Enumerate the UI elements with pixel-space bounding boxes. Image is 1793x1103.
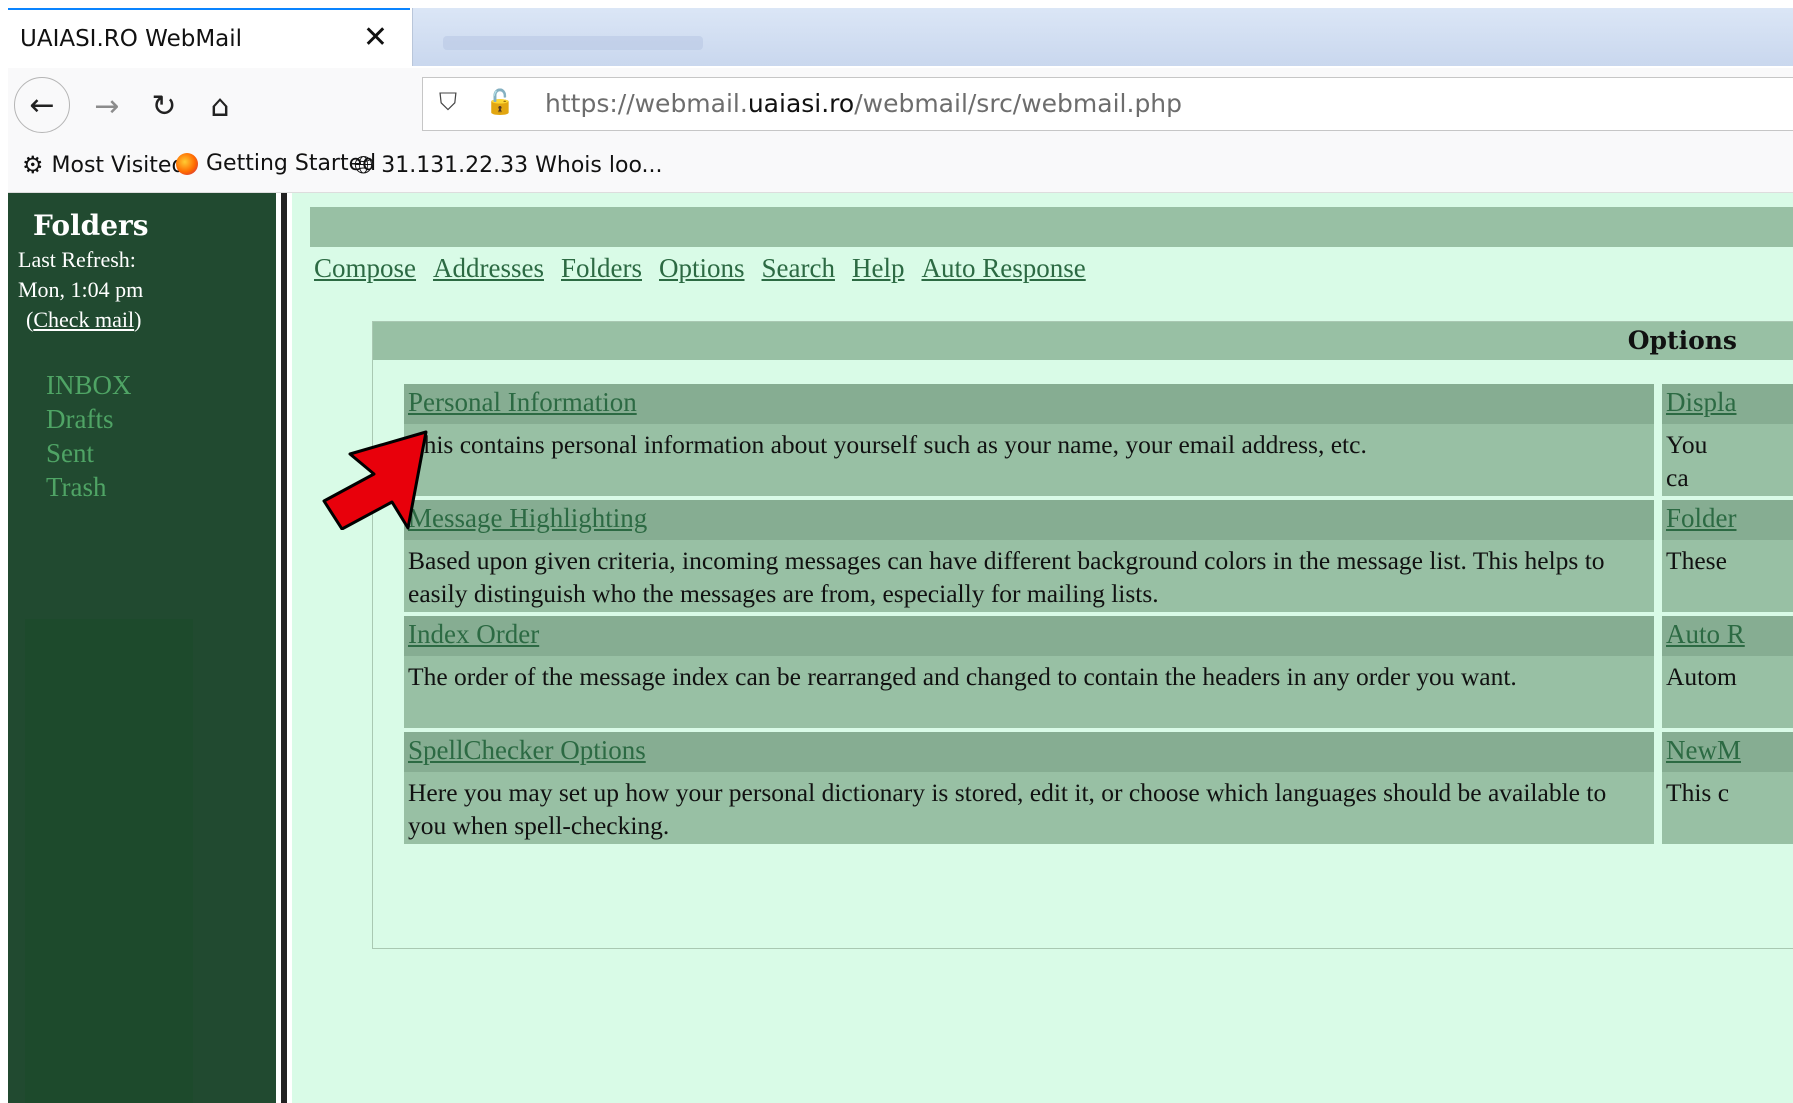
blurred-menu: [443, 36, 703, 50]
spellchecker-options-link[interactable]: SpellChecker Options: [408, 735, 646, 766]
display-link[interactable]: Displa: [1666, 387, 1737, 418]
frame-divider[interactable]: [276, 193, 292, 1103]
check-mail-link[interactable]: Check mail: [33, 307, 134, 332]
folders-title: Folders: [33, 209, 149, 242]
address-bar[interactable]: ⛉ 🔓 https://webmail.uaiasi.ro/webmail/sr…: [422, 77, 1793, 131]
reload-icon[interactable]: ↻: [140, 82, 188, 130]
option-auto: Auto R Autom: [1662, 616, 1793, 728]
bookmark-whois[interactable]: 🌐︎ 31.131.22.33 Whois loo...: [354, 151, 663, 179]
option-description: These: [1666, 546, 1727, 575]
option-folder: Folder These: [1662, 500, 1793, 612]
folders-frame: Folders Last Refresh: Mon, 1:04 pm (Chec…: [8, 193, 276, 1103]
url-text[interactable]: https://webmail.uaiasi.ro/webmail/src/we…: [545, 89, 1182, 118]
message-highlighting-link[interactable]: Message Highlighting: [408, 503, 647, 534]
personal-information-link[interactable]: Personal Information: [408, 387, 637, 418]
bookmark-most-visited[interactable]: ⚙ Most Visited: [22, 151, 185, 179]
close-icon[interactable]: ✕: [363, 20, 388, 55]
folder-list: INBOX Drafts Sent Trash: [46, 368, 132, 504]
globe-icon: 🌐︎: [354, 151, 374, 179]
option-personal-information: Personal Information This contains perso…: [404, 384, 1654, 496]
folder-trash[interactable]: Trash: [46, 470, 132, 504]
option-description: Based upon given criteria, incoming mess…: [408, 546, 1605, 608]
option-description: You ca langua: [1666, 430, 1708, 492]
webmail-page: Folders Last Refresh: Mon, 1:04 pm (Chec…: [8, 193, 1793, 1103]
option-index-order: Index Order The order of the message ind…: [404, 616, 1654, 728]
refresh-label: Last Refresh:: [18, 247, 136, 272]
menu-auto-response[interactable]: Auto Response: [921, 253, 1085, 283]
refresh-time: Mon, 1:04 pm: [18, 277, 144, 302]
menu-help[interactable]: Help: [852, 253, 904, 283]
firefox-icon: [176, 152, 198, 175]
main-menu: Compose Addresses Folders Options Search Help…: [314, 253, 1103, 284]
option-description: Autom: [1666, 662, 1737, 691]
menu-compose[interactable]: Compose: [314, 253, 416, 283]
newmail-link[interactable]: NewM: [1666, 735, 1741, 766]
red-arrow-icon: [322, 430, 428, 530]
forward-icon[interactable]: →: [83, 82, 131, 130]
bookmarks-toolbar: ⚙ Most Visited Getting Started 🌐︎ 31.131…: [8, 140, 1793, 193]
browser-tab[interactable]: UAIASI.RO WebMail ✕: [8, 8, 410, 70]
bookmark-getting-started[interactable]: Getting Started: [176, 151, 376, 176]
option-newmail: NewM This c: [1662, 732, 1793, 844]
option-display: Displa You ca langua: [1662, 384, 1793, 496]
menu-options[interactable]: Options: [659, 253, 745, 283]
folder-drafts[interactable]: Drafts: [46, 402, 132, 436]
lock-warning-icon[interactable]: 🔓: [485, 88, 515, 116]
option-description: The order of the message index can be re…: [408, 662, 1517, 691]
back-icon[interactable]: ←: [14, 77, 70, 133]
option-description: Here you may set up how your personal di…: [408, 778, 1607, 840]
home-icon[interactable]: ⌂: [196, 82, 244, 130]
navigation-bar: ← → ↻ ⌂ ⛉ 🔓 https://webmail.uaiasi.ro/we…: [8, 68, 1793, 140]
gear-icon: ⚙: [22, 151, 44, 179]
shield-icon[interactable]: ⛉: [439, 88, 457, 116]
menu-folders[interactable]: Folders: [561, 253, 642, 283]
auto-link[interactable]: Auto R: [1666, 619, 1745, 650]
last-refresh: Last Refresh: Mon, 1:04 pm (Check mail): [18, 247, 144, 332]
folder-link[interactable]: Folder: [1666, 503, 1737, 534]
folder-sent[interactable]: Sent: [46, 436, 132, 470]
options-title: Options: [1627, 326, 1737, 355]
option-description: This c: [1666, 778, 1730, 807]
main-frame: Compose Addresses Folders Options Search Help…: [292, 193, 1793, 1103]
option-spellchecker: SpellChecker Options Here you may set up…: [404, 732, 1654, 844]
tabstrip: [412, 8, 1793, 66]
menu-search[interactable]: Search: [762, 253, 835, 283]
option-message-highlighting: Message Highlighting Based upon given cr…: [404, 500, 1654, 612]
options-panel: Options Personal Information This contai…: [372, 321, 1793, 949]
folder-inbox[interactable]: INBOX: [46, 368, 132, 402]
options-header: Options: [373, 322, 1793, 360]
top-bar: [310, 207, 1793, 247]
tab-title: UAIASI.RO WebMail: [20, 26, 243, 52]
folders-frame-panel: [25, 619, 193, 1103]
option-description: This contains personal information about…: [408, 430, 1367, 459]
index-order-link[interactable]: Index Order: [408, 619, 539, 650]
menu-addresses[interactable]: Addresses: [433, 253, 544, 283]
